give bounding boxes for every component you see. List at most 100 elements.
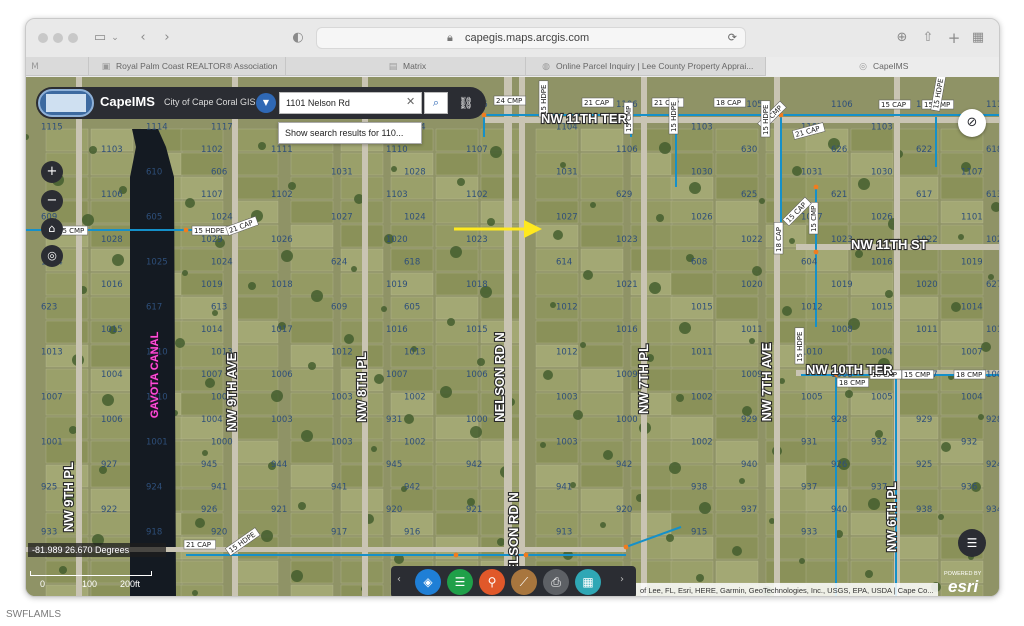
- tree: [288, 182, 296, 190]
- parcel-lot: [580, 200, 624, 224]
- parcel-lot: [435, 296, 479, 320]
- parcel-number: 928: [986, 415, 1000, 425]
- parcel-lot: [630, 200, 674, 224]
- parcel-lot: [895, 248, 939, 272]
- aerial-map: 1108110611041107110611061105110611071110…: [26, 77, 1000, 596]
- measure-ruler-icon[interactable]: ⟋: [511, 569, 537, 595]
- parcel-lot: [630, 440, 674, 464]
- parcel-number: 1024: [404, 213, 426, 223]
- road-name: NW 9TH PL: [61, 462, 76, 532]
- parcel-number: 1030: [691, 168, 713, 178]
- parcel-lot: [580, 248, 624, 272]
- close-window-button[interactable]: [38, 33, 48, 43]
- map-view[interactable]: 1108110611041107110611061105110611071110…: [26, 77, 1000, 596]
- share-icon[interactable]: ⇧: [920, 28, 936, 48]
- parcel-number: 916: [404, 528, 420, 538]
- parcel-number: 1107: [201, 190, 223, 200]
- pinned-tab-gmail[interactable]: M: [26, 57, 88, 76]
- parcel-number: 1005: [871, 393, 893, 403]
- road-name: NW 6TH PL: [884, 482, 899, 552]
- scale-mid: 100: [82, 579, 98, 589]
- search-button[interactable]: ⌕: [424, 92, 448, 114]
- reload-icon[interactable]: ⟳: [728, 31, 737, 44]
- parcel-lot: [715, 296, 759, 320]
- parcel-lot: [580, 152, 624, 176]
- parcel-number: 921: [466, 505, 482, 515]
- parcel-number: 1003: [331, 393, 353, 403]
- tree: [351, 266, 357, 272]
- zoom-window-button[interactable]: [68, 33, 78, 43]
- parcel-number: 917: [331, 528, 347, 538]
- utility-node: [623, 544, 629, 550]
- parcel-number: 1011: [691, 348, 713, 358]
- home-icon[interactable]: ⌂: [41, 218, 63, 240]
- address-bar[interactable]: 🔒︎ capegis.maps.arcgis.com ⟳: [316, 27, 746, 49]
- parcel-lot: [670, 536, 714, 560]
- chevron-left-icon[interactable]: ‹: [397, 574, 401, 585]
- download-icon[interactable]: ⊕: [894, 28, 910, 48]
- tree: [583, 270, 593, 280]
- parcel-lot: [895, 200, 939, 224]
- parcel-number: 1023: [466, 235, 488, 245]
- search-parcel-icon[interactable]: ⚲: [479, 569, 505, 595]
- layer-list-icon[interactable]: ☰: [958, 529, 986, 557]
- chevron-right-icon[interactable]: ›: [620, 574, 624, 585]
- parcel-lot: [290, 368, 334, 392]
- back-arrow-icon[interactable]: ‹: [136, 28, 150, 48]
- parcel-number: 1000: [466, 415, 488, 425]
- utility-label-text: 18 CMP: [956, 371, 982, 379]
- chevron-down-icon[interactable]: ⌄: [110, 28, 120, 48]
- link-icon[interactable]: ⛓: [456, 93, 476, 113]
- tree: [381, 306, 387, 312]
- parcel-lot: [715, 248, 759, 272]
- forward-arrow-icon[interactable]: ›: [160, 28, 174, 48]
- hide-layers-eye-icon[interactable]: ⊘: [958, 109, 986, 137]
- tab-matrix[interactable]: ▤ Matrix: [285, 57, 525, 76]
- parcel-number: 922: [101, 505, 117, 515]
- search-source-dropdown[interactable]: ▼: [256, 93, 276, 113]
- utility-label: 18 CMP: [953, 369, 986, 380]
- parcel-lot: [435, 344, 479, 368]
- new-tab-icon[interactable]: +: [946, 28, 962, 48]
- print-icon[interactable]: ⎙: [543, 569, 569, 595]
- legend-list-icon[interactable]: ☰: [447, 569, 473, 595]
- parcel-lot: [805, 536, 849, 560]
- tree: [938, 514, 944, 520]
- basemap-gallery-icon[interactable]: ▦: [575, 569, 601, 595]
- search-suggestion[interactable]: Show search results for 110...: [278, 122, 422, 144]
- parcel-number: 1006: [466, 370, 488, 380]
- minimize-window-button[interactable]: [53, 33, 63, 43]
- parcel-number: 942: [404, 483, 420, 493]
- tab-parcel-inquiry[interactable]: ◍ Online Parcel Inquiry | Lee County Prop…: [525, 57, 765, 76]
- parcel-number: 941: [331, 483, 347, 493]
- parcel-number: 1103: [691, 123, 713, 133]
- parcel-lot: [290, 392, 334, 416]
- app-title: CapeIMS: [100, 94, 155, 109]
- parcel-number: 1111: [271, 145, 293, 155]
- tab-capeims[interactable]: ◎ CapeIMS: [765, 57, 999, 76]
- clear-icon[interactable]: ✕: [406, 95, 415, 108]
- parcel-lot: [765, 536, 809, 560]
- tree: [69, 426, 77, 434]
- layers-icon[interactable]: ◈: [415, 569, 441, 595]
- parcel-lot: [290, 200, 334, 224]
- sidebar-icon[interactable]: ▭: [92, 28, 108, 48]
- utility-label-text: 15 HDPE: [762, 105, 770, 135]
- parcel-number: 1019: [961, 258, 983, 268]
- shield-icon[interactable]: ◐: [290, 28, 306, 48]
- parcel-lot: [235, 248, 279, 272]
- parcel-number: 945: [386, 460, 402, 470]
- tab-royal-palm[interactable]: ▣ Royal Palm Coast REALTOR® Association: [88, 57, 285, 76]
- parcel-number: 617: [146, 303, 162, 313]
- parcel-number: 942: [616, 460, 632, 470]
- parcel-number: 1031: [556, 168, 578, 178]
- locate-icon[interactable]: ◎: [41, 245, 63, 267]
- parcel-lot: [290, 440, 334, 464]
- search-input[interactable]: 1101 Nelson Rd: [279, 92, 422, 114]
- parcel-number: 1004: [871, 348, 893, 358]
- parcel-number: 1019: [831, 280, 853, 290]
- tab-overview-icon[interactable]: ▦: [970, 28, 986, 48]
- parcel-lot: [715, 344, 759, 368]
- zoom-in-button[interactable]: +: [41, 161, 63, 183]
- zoom-out-button[interactable]: −: [41, 190, 63, 212]
